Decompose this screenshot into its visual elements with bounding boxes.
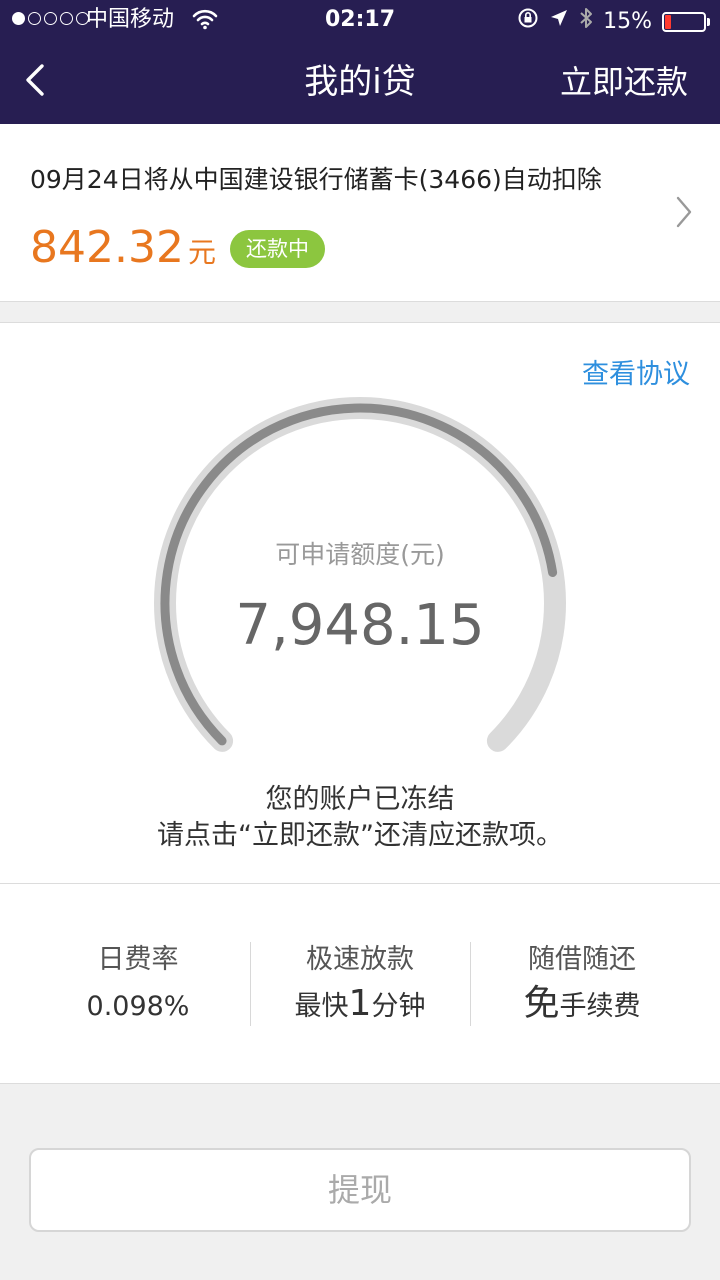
feature-title: 随借随还 [528,944,636,975]
feature-daily-rate: 日费率 0.098% [18,940,258,1029]
available-limit-value: 7,948.15 [235,593,485,658]
auto-debit-description: 09月24日将从中国建设银行储蓄卡(3466)自动扣除 [30,165,602,194]
feature-value: 免手续费 [523,983,641,1024]
back-button[interactable] [20,58,60,102]
feature-value: 0.098% [86,991,190,1022]
feature-flexible-repayment: 随借随还 免手续费 [462,940,702,1029]
credit-gauge [154,397,566,752]
bill-amount-unit: 元 [187,236,216,269]
feature-title: 日费率 [97,944,179,975]
available-limit-label: 可申请额度(元) [275,540,445,569]
upcoming-bill-card[interactable]: 09月24日将从中国建设银行储蓄卡(3466)自动扣除 842.32 元 还款中 [0,124,720,302]
battery-level [665,15,671,29]
credit-limit-card: 查看协议 可申请额度(元) 7,948.15 您的账户已冻结 请点击“立即还款”… [0,322,720,884]
account-frozen-notice: 您的账户已冻结 [265,784,455,815]
battery-percent: 15% [603,9,652,34]
repay-now-button[interactable]: 立即还款 [560,60,688,104]
feature-value: 最快1分钟 [294,983,426,1024]
feature-title: 极速放款 [306,944,414,975]
feature-strip: 日费率 0.098% 极速放款 最快1分钟 随借随还 免手续费 [0,884,720,1084]
battery-icon [662,12,710,32]
bill-amount-row: 842.32 元 还款中 [30,220,325,276]
bluetooth-icon [579,6,593,38]
location-arrow-icon [549,8,569,36]
chevron-right-icon [674,194,694,230]
nav-bar: 我的i贷 立即还款 [0,40,720,124]
feature-fast-disbursement: 极速放款 最快1分钟 [240,940,480,1029]
account-frozen-instruction: 请点击“立即还款”还清应还款项。 [157,820,563,851]
status-badge: 还款中 [229,230,325,268]
chevron-left-icon [26,64,44,96]
rotation-lock-icon [517,7,539,37]
withdraw-button[interactable]: 提现 [29,1148,691,1232]
status-bar: 中国移动 02:17 15% [0,0,720,40]
bill-amount: 842.32 [30,222,184,273]
status-icons: 15% [517,6,710,38]
gauge-fill [160,403,558,746]
